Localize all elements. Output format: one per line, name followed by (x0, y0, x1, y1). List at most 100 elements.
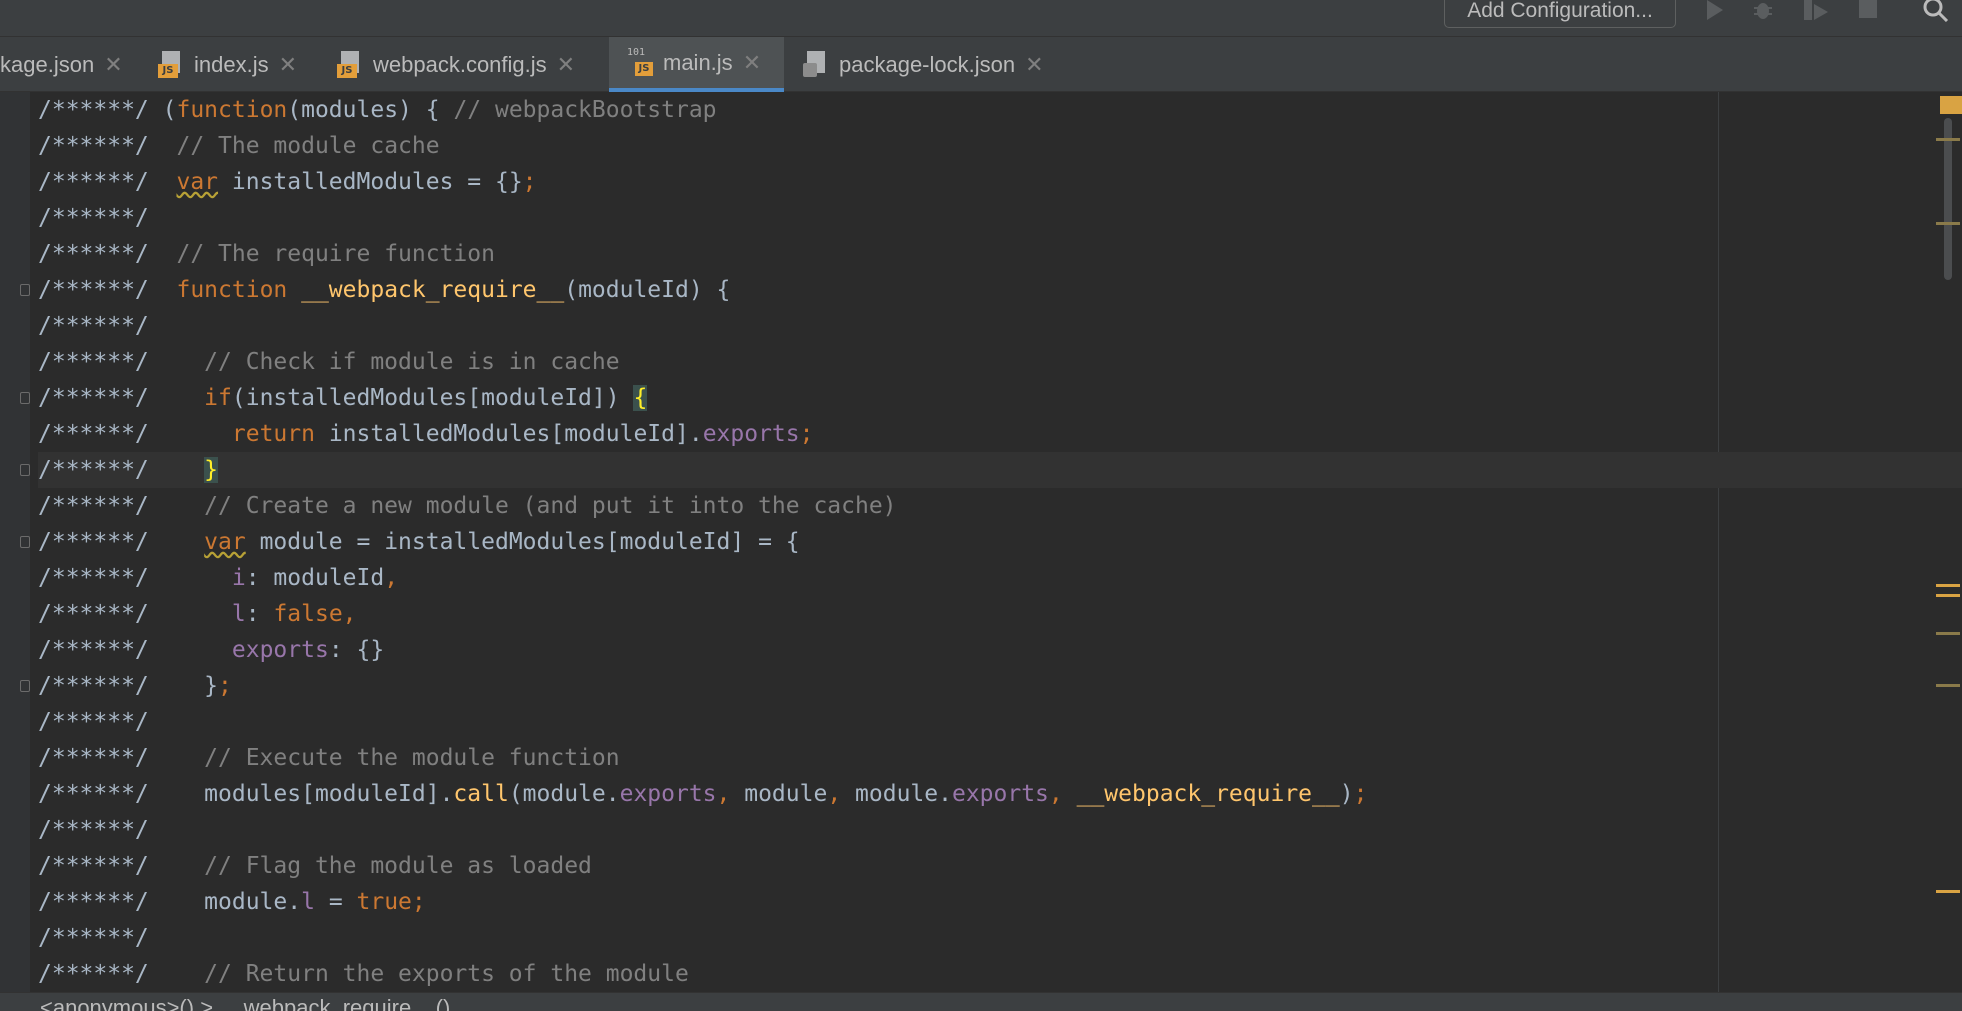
error-stripe-mark[interactable] (1936, 138, 1960, 141)
code-token: , (827, 781, 856, 807)
code-token: ; (218, 673, 232, 699)
error-stripe-mark[interactable] (1936, 684, 1960, 687)
search-icon[interactable] (1923, 0, 1949, 22)
code-token: /******/ (38, 385, 205, 411)
code-line[interactable]: /******/ // Check if module is in cache (38, 344, 1962, 380)
code-token: exports (702, 421, 800, 447)
stop-icon[interactable] (1858, 0, 1878, 22)
code-line[interactable]: /******/ (38, 920, 1962, 956)
code-line[interactable]: /******/ (38, 704, 1962, 740)
code-line[interactable]: /******/ l: false, (38, 596, 1962, 632)
code-token: , (1048, 781, 1077, 807)
code-line[interactable]: /******/ // The require function (38, 236, 1962, 272)
error-stripe-mark[interactable] (1936, 222, 1960, 225)
debug-icon[interactable] (1752, 0, 1774, 22)
main-toolbar: Add Configuration... (0, 0, 1962, 37)
code-token: if (204, 385, 232, 411)
coverage-icon[interactable] (1802, 0, 1832, 22)
add-configuration-button[interactable]: Add Configuration... (1444, 0, 1676, 28)
code-token: /******/ (38, 97, 163, 123)
code-line[interactable]: /******/ // Execute the module function (38, 740, 1962, 776)
code-line[interactable]: /******/ } (38, 452, 1962, 488)
code-token: l (231, 601, 246, 627)
error-stripe-mark[interactable] (1936, 594, 1960, 597)
close-icon[interactable]: ✕ (1025, 52, 1043, 78)
close-icon[interactable]: ✕ (557, 52, 575, 78)
warning-marker[interactable] (1940, 96, 1962, 114)
code-token: module (744, 781, 828, 807)
code-line[interactable]: /******/ exports: {} (38, 632, 1962, 668)
tab-webpack-config-js[interactable]: JS webpack.config.js ✕ (337, 37, 607, 92)
code-token: : (245, 601, 274, 627)
editor-tab-bar: kage.json ✕ JS index.js ✕ JS webpack.con… (0, 37, 1962, 92)
code-token: __webpack_require__ (1076, 781, 1340, 807)
run-icon[interactable] (1705, 0, 1725, 22)
lock-json-file-icon (803, 50, 829, 79)
tab-index-js[interactable]: JS index.js ✕ (158, 37, 318, 92)
code-token: /******/ (38, 493, 205, 519)
code-line[interactable]: /******/ i: moduleId, (38, 560, 1962, 596)
tab-main-js[interactable]: 101 JS main.js ✕ (609, 37, 784, 92)
code-line[interactable]: /******/ if(installedModules[moduleId]) … (38, 380, 1962, 416)
code-token: // Flag the module as loaded (204, 853, 592, 879)
code-line[interactable]: /******/ (38, 200, 1962, 236)
code-token: /******/ (38, 313, 149, 339)
code-token: // webpackBootstrap (453, 97, 717, 123)
code-token: ; (1353, 781, 1368, 807)
code-token: /******/ (38, 349, 205, 375)
code-line[interactable]: /******/ return installedModules[moduleI… (38, 416, 1962, 452)
code-token: // Create a new module (and put it into … (204, 493, 897, 519)
tab-package-json[interactable]: kage.json ✕ (0, 37, 140, 92)
code-token: (moduleId) { (564, 277, 731, 303)
code-token: // Check if module is in cache (204, 349, 620, 375)
code-line[interactable]: /******/ modules[moduleId].call(module.e… (38, 776, 1962, 812)
code-token: ; (522, 169, 537, 195)
code-editor[interactable]: /******/ (function(modules) { // webpack… (0, 92, 1962, 992)
code-area[interactable]: /******/ (function(modules) { // webpack… (38, 92, 1962, 992)
code-token: return (231, 421, 329, 447)
code-token: } (204, 457, 219, 483)
tab-label: kage.json (0, 51, 95, 77)
fold-icon[interactable] (20, 284, 30, 296)
code-line[interactable]: /******/ (function(modules) { // webpack… (38, 92, 1962, 128)
code-token: // The require function (176, 241, 495, 267)
code-token: = (314, 889, 357, 915)
code-line[interactable]: /******/ // Flag the module as loaded (38, 848, 1962, 884)
code-line[interactable]: /******/ (38, 812, 1962, 848)
code-token: , (716, 781, 745, 807)
code-line[interactable]: /******/ var module = installedModules[m… (38, 524, 1962, 560)
code-line[interactable]: /******/ // Return the exports of the mo… (38, 956, 1962, 992)
code-token: /******/ (38, 925, 149, 951)
code-token: function (176, 277, 302, 303)
close-icon[interactable]: ✕ (279, 52, 297, 78)
breadcrumb-text[interactable]: <anonymous>() > __webpack_require__() (0, 995, 450, 1011)
code-line[interactable]: /******/ function __webpack_require__(mo… (38, 272, 1962, 308)
code-line[interactable]: /******/ module.l = true; (38, 884, 1962, 920)
code-token: /******/ (38, 169, 177, 195)
code-line[interactable]: /******/ (38, 308, 1962, 344)
code-token: true; (356, 889, 426, 915)
code-token: var (176, 169, 219, 195)
code-token: /******/ (38, 205, 149, 231)
fold-icon[interactable] (20, 464, 30, 476)
close-icon[interactable]: ✕ (743, 50, 761, 76)
error-stripe-mark[interactable] (1936, 890, 1960, 893)
code-token: /******/ (38, 817, 149, 843)
code-token: /******/ (38, 457, 205, 483)
fold-icon[interactable] (20, 392, 30, 404)
code-line[interactable]: /******/ // Create a new module (and put… (38, 488, 1962, 524)
error-stripe-mark[interactable] (1936, 584, 1960, 587)
vertical-scrollbar[interactable] (1944, 118, 1952, 280)
code-line[interactable]: /******/ var installedModules = {}; (38, 164, 1962, 200)
js-file-icon: JS (337, 50, 363, 79)
error-stripe-mark[interactable] (1936, 632, 1960, 635)
code-line[interactable]: /******/ }; (38, 668, 1962, 704)
code-line[interactable]: /******/ // The module cache (38, 128, 1962, 164)
fold-icon[interactable] (20, 536, 30, 548)
code-token: modules[moduleId]. (204, 781, 454, 807)
code-token: (modules) { (287, 97, 454, 123)
js-file-icon: JS (158, 50, 184, 79)
tab-package-lock-json[interactable]: package-lock.json ✕ (803, 37, 1063, 92)
fold-icon[interactable] (20, 680, 30, 692)
close-icon[interactable]: ✕ (104, 52, 122, 78)
